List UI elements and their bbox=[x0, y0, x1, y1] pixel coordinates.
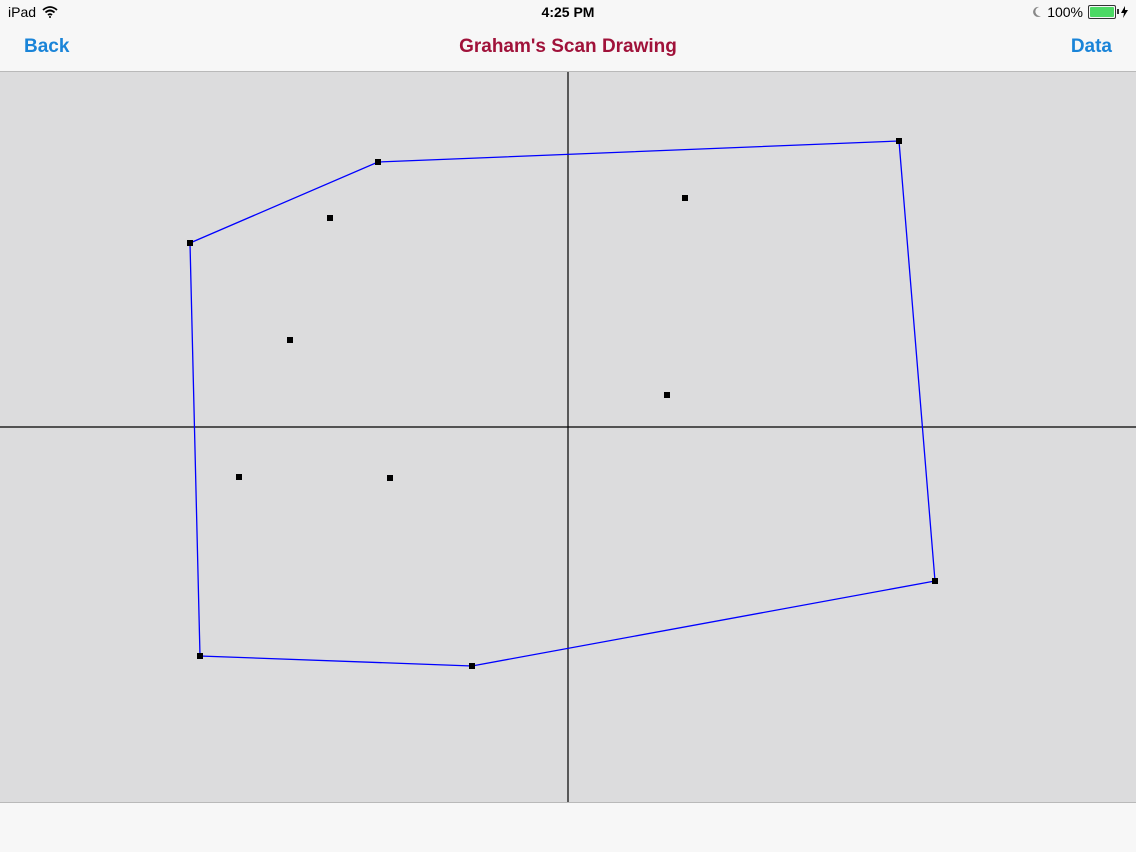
charging-bolt-icon bbox=[1121, 6, 1128, 18]
bottom-toolbar bbox=[0, 803, 1136, 852]
navigation-bar: Back Graham's Scan Drawing Data bbox=[0, 24, 1136, 72]
hull-point bbox=[896, 138, 902, 144]
interior-point bbox=[682, 195, 688, 201]
battery-cap bbox=[1117, 9, 1119, 14]
interior-point bbox=[327, 215, 333, 221]
hull-point bbox=[375, 159, 381, 165]
page-title: Graham's Scan Drawing bbox=[459, 36, 677, 57]
hull-point bbox=[469, 663, 475, 669]
drawing-svg bbox=[0, 72, 1136, 802]
status-bar: iPad 4:25 PM 100% bbox=[0, 0, 1136, 24]
status-time: 4:25 PM bbox=[541, 4, 595, 20]
interior-point bbox=[664, 392, 670, 398]
data-button[interactable]: Data bbox=[1071, 36, 1112, 58]
drawing-canvas[interactable] bbox=[0, 72, 1136, 803]
status-right: 100% bbox=[1032, 4, 1128, 20]
hull-point bbox=[187, 240, 193, 246]
battery-fill bbox=[1090, 7, 1114, 17]
hull-point bbox=[932, 578, 938, 584]
interior-point bbox=[287, 337, 293, 343]
interior-point bbox=[236, 474, 242, 480]
hull-point bbox=[197, 653, 203, 659]
convex-hull bbox=[189, 140, 936, 667]
battery-icon bbox=[1088, 5, 1119, 19]
battery-percent: 100% bbox=[1047, 4, 1083, 20]
interior-point bbox=[387, 475, 393, 481]
moon-icon bbox=[1033, 6, 1042, 17]
